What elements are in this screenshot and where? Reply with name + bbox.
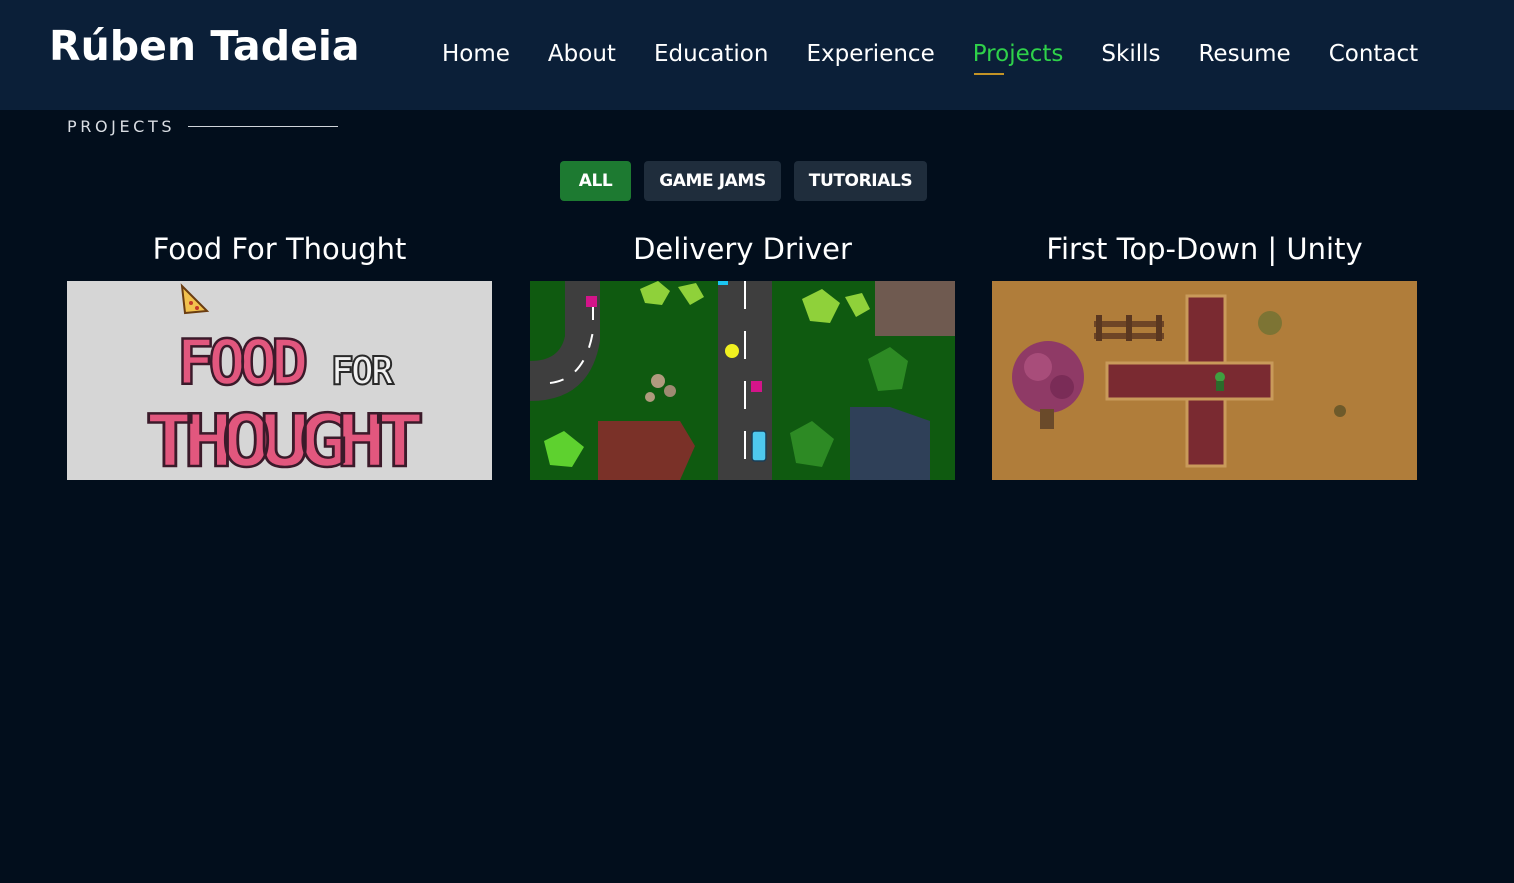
filter-game-jams-button[interactable]: GAME JAMS [644, 161, 781, 201]
project-card-first-top-down-unity[interactable]: First Top-Down | Unity [992, 232, 1417, 480]
thumb-thought-text: THOUGHT [145, 399, 422, 480]
main-nav: Home About Education Experience Projects… [442, 38, 1418, 75]
filter-all-button[interactable]: ALL [560, 161, 631, 201]
project-title: First Top-Down | Unity [1046, 232, 1363, 266]
nav-resume[interactable]: Resume [1198, 38, 1290, 72]
project-thumbnail-first-top-down[interactable] [992, 281, 1417, 480]
nav-education[interactable]: Education [654, 38, 769, 72]
nav-contact[interactable]: Contact [1329, 38, 1418, 72]
nav-active-underline [973, 73, 1004, 75]
project-title: Delivery Driver [633, 232, 852, 266]
nav-skills[interactable]: Skills [1101, 38, 1160, 72]
thumb-for-text: FOR [331, 349, 394, 393]
project-title: Food For Thought [152, 232, 407, 266]
section-title: PROJECTS [67, 117, 176, 136]
project-card-delivery-driver[interactable]: Delivery Driver [530, 232, 955, 480]
nav-about[interactable]: About [548, 38, 616, 72]
brand-logo[interactable]: Rúben Tadeia [49, 22, 360, 70]
site-header: Rúben Tadeia Home About Education Experi… [0, 0, 1514, 110]
filter-tutorials-button[interactable]: TUTORIALS [794, 161, 927, 201]
section-title-divider [188, 126, 338, 127]
project-thumbnail-food-for-thought[interactable]: FOOD FOR THOUGHT [67, 281, 492, 480]
project-card-food-for-thought[interactable]: Food For Thought FOOD FOR THOUGHT [67, 232, 492, 480]
nav-experience[interactable]: Experience [806, 38, 934, 72]
nav-home[interactable]: Home [442, 38, 510, 72]
nav-projects-label: Projects [972, 41, 1064, 67]
project-thumbnail-delivery-driver[interactable] [530, 281, 955, 480]
nav-projects[interactable]: Projects [972, 38, 1064, 75]
thumb-food-text: FOOD [177, 326, 306, 399]
